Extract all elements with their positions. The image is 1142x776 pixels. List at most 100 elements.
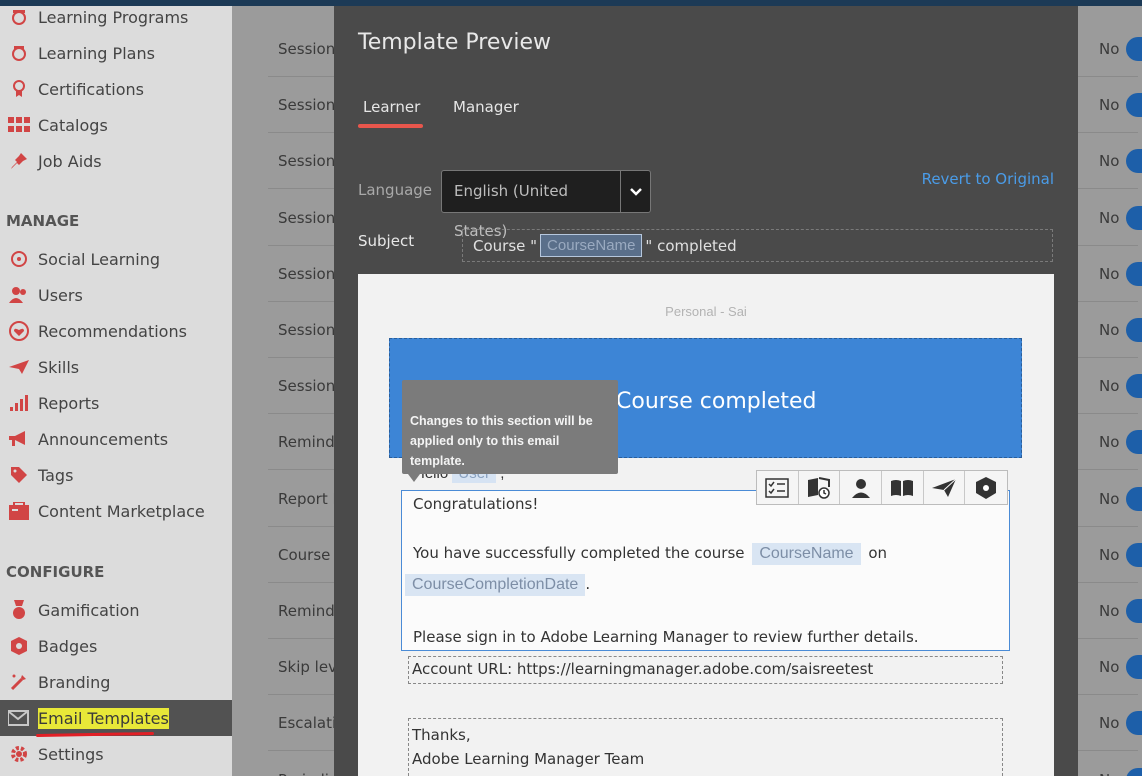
- sidebar-item-job-aids[interactable]: Job Aids: [0, 143, 232, 179]
- template-status: No: [1099, 152, 1120, 171]
- thanks-text: Thanks,: [412, 726, 471, 744]
- sidebar-item-label: Learning Programs: [38, 7, 189, 27]
- insert-token-toolbar: [756, 470, 1008, 505]
- template-status: No: [1099, 321, 1120, 339]
- send-icon[interactable]: [924, 471, 966, 504]
- sidebar-item-catalogs[interactable]: Catalogs: [0, 107, 232, 143]
- coursename-token[interactable]: CourseName: [752, 543, 861, 565]
- template-status: No: [1099, 545, 1120, 564]
- template-name: Session: [278, 321, 336, 339]
- toggle-switch[interactable]: [1126, 93, 1142, 118]
- sidebar-item-badges[interactable]: Badges: [0, 628, 232, 664]
- template-status: No: [1099, 489, 1120, 508]
- sidebar-item-label: Social Learning: [38, 249, 160, 269]
- sidebar-item-label: Content Marketplace: [38, 501, 205, 521]
- personal-label: Personal - Sai: [665, 304, 747, 319]
- sidebar-item-label: Settings: [38, 744, 104, 764]
- gamification-icon: [0, 600, 38, 620]
- template-status: No: [1099, 377, 1120, 396]
- template-status: No: [1099, 264, 1120, 283]
- badge-icon[interactable]: [965, 471, 1007, 504]
- language-label: Language: [358, 181, 433, 199]
- subject-coursename-token[interactable]: CourseName: [540, 234, 643, 257]
- toggle-switch[interactable]: [1126, 37, 1142, 61]
- sidebar-item-label: Recommendations: [38, 321, 187, 341]
- account-url-section[interactable]: Account URL: https://learningmanager.ado…: [408, 656, 1003, 684]
- toggle-switch[interactable]: [1126, 486, 1142, 511]
- toggle-switch[interactable]: [1126, 318, 1142, 342]
- completion-text: You have successfully completed the cour…: [413, 544, 745, 562]
- template-status: No: [1099, 752, 1119, 776]
- sidebar-item-label: Email Templates: [38, 707, 169, 729]
- settings-icon: [0, 745, 38, 763]
- sidebar-item-email-templates[interactable]: Email Templates: [0, 700, 232, 736]
- catalogs-icon: [0, 117, 38, 133]
- book-icon[interactable]: [882, 471, 924, 504]
- sidebar-item-recommendations[interactable]: Recommendations: [0, 313, 232, 349]
- sidebar-item-settings[interactable]: Settings: [0, 736, 232, 772]
- toggle-switch[interactable]: [1126, 542, 1142, 567]
- sidebar-item-label: Users: [38, 285, 83, 305]
- team-text: Adobe Learning Manager Team: [412, 750, 645, 768]
- tab-learner[interactable]: Learner: [363, 98, 420, 116]
- email-body-editor[interactable]: Congratulations! You have successfully c…: [401, 490, 1010, 651]
- sidebar-item-announcements[interactable]: Announcements: [0, 421, 232, 457]
- chevron-down-icon[interactable]: [620, 171, 650, 212]
- sidebar-item-social-learning[interactable]: Social Learning: [0, 241, 232, 277]
- toggle-switch[interactable]: [1126, 261, 1142, 286]
- subject-field[interactable]: Course " CourseName " completed: [462, 229, 1053, 262]
- toggle-switch[interactable]: [1126, 599, 1142, 623]
- manage-section-header: MANAGE: [6, 212, 80, 230]
- recommendations-icon: [0, 321, 38, 341]
- sidebar-item-users[interactable]: Users: [0, 277, 232, 313]
- language-select-value: English (United States): [454, 182, 569, 240]
- calendar-book-icon[interactable]: [799, 471, 841, 504]
- revert-to-original-link[interactable]: Revert to Original: [922, 170, 1054, 188]
- user-icon[interactable]: [840, 471, 883, 504]
- sidebar-item-learning-plans[interactable]: Learning Plans: [0, 35, 232, 71]
- banner-title: Course completed: [616, 389, 817, 414]
- toggle-switch[interactable]: [1126, 655, 1142, 680]
- sidebar-item-reports[interactable]: Reports: [0, 385, 232, 421]
- template-name: Session: [278, 40, 336, 58]
- sidebar-item-learning-programs[interactable]: Learning Programs: [0, 0, 232, 35]
- template-status: No: [1099, 602, 1120, 620]
- date-suffix: .: [585, 575, 591, 593]
- learning-programs-icon: [0, 8, 38, 26]
- completion-line: You have successfully completed the cour…: [413, 543, 887, 565]
- skills-icon: [0, 360, 38, 374]
- sidebar-item-content-marketplace[interactable]: Content Marketplace: [0, 493, 232, 529]
- on-text: on: [868, 544, 888, 562]
- email-preview-canvas: Personal - Sai Course completed Hello Us…: [358, 274, 1054, 776]
- toggle-switch[interactable]: [1126, 767, 1142, 776]
- social-learning-icon: [0, 250, 38, 268]
- sidebar-item-label: Reports: [38, 393, 100, 413]
- sidebar: Learning Programs Learning Plans Certifi…: [0, 6, 232, 776]
- template-status: No: [1099, 40, 1120, 58]
- toggle-switch[interactable]: [1126, 430, 1142, 455]
- template-status: No: [1099, 433, 1120, 452]
- sidebar-item-skills[interactable]: Skills: [0, 349, 232, 385]
- sidebar-item-label: Branding: [38, 672, 111, 692]
- sidebar-item-label: Job Aids: [38, 151, 102, 171]
- toggle-switch[interactable]: [1126, 374, 1142, 399]
- sidebar-item-gamification[interactable]: Gamification: [0, 592, 232, 628]
- signature-section[interactable]: Thanks, Adobe Learning Manager Team: [408, 718, 1003, 776]
- toggle-switch[interactable]: [1126, 711, 1142, 736]
- language-select[interactable]: English (United States): [441, 170, 651, 240]
- sidebar-item-branding[interactable]: Branding: [0, 664, 232, 700]
- template-status: No: [1099, 96, 1120, 115]
- toggle-switch[interactable]: [1126, 205, 1142, 230]
- tab-manager[interactable]: Manager: [453, 98, 519, 116]
- completion-date-token[interactable]: CourseCompletionDate: [405, 574, 586, 596]
- sidebar-item-label: Gamification: [38, 600, 140, 620]
- subject-prefix: Course ": [473, 236, 538, 255]
- dialog-title: Template Preview: [358, 30, 552, 55]
- sidebar-item-certifications[interactable]: Certifications: [0, 71, 232, 107]
- badges-icon: [0, 637, 38, 655]
- section-tooltip: Changes to this section will be applied …: [402, 380, 618, 474]
- sidebar-item-tags[interactable]: Tags: [0, 457, 232, 493]
- toggle-switch[interactable]: [1126, 149, 1142, 174]
- checklist-icon[interactable]: [757, 471, 799, 504]
- template-status: No: [1099, 714, 1120, 733]
